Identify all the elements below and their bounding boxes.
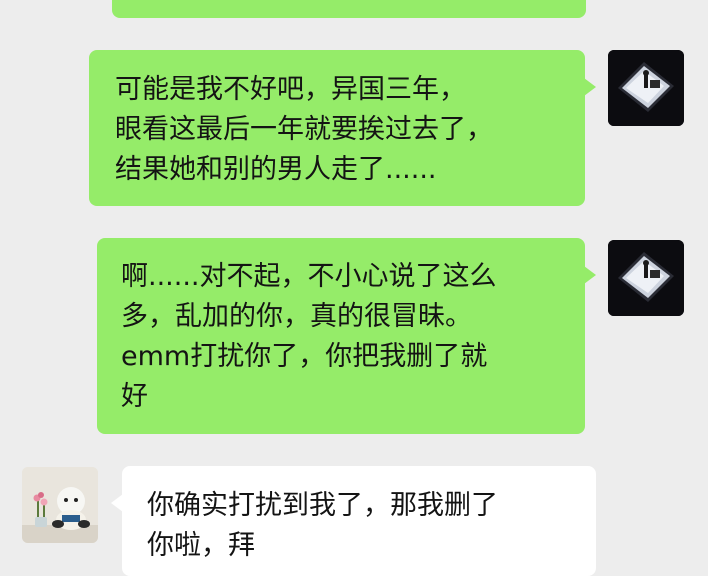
message-bubble-sent[interactable]: 啊......对不起，不小心说了这么 多，乱加的你，真的很冒昧。 emm打扰你了… xyxy=(97,238,585,434)
avatar-self[interactable] xyxy=(608,240,684,316)
photo-avatar-icon xyxy=(608,50,684,126)
chat-area[interactable]: 可能是我不好吧，异国三年， 眼看这最后一年就要挨过去了， 结果她和别的男人走了.… xyxy=(0,0,708,576)
photo-avatar-icon xyxy=(608,240,684,316)
message-bubble-received[interactable]: 你确实打扰到我了，那我删了 你啦，拜 xyxy=(122,466,596,576)
message-bubble-sent[interactable]: 可能是我不好吧，异国三年， 眼看这最后一年就要挨过去了， 结果她和别的男人走了.… xyxy=(89,50,585,206)
bubble-tail xyxy=(584,266,596,284)
bubble-tail xyxy=(584,78,596,96)
plush-toy-avatar-icon xyxy=(22,467,98,543)
avatar-other[interactable] xyxy=(22,467,98,543)
avatar-self[interactable] xyxy=(608,50,684,126)
message-bubble-sent[interactable] xyxy=(112,0,586,18)
